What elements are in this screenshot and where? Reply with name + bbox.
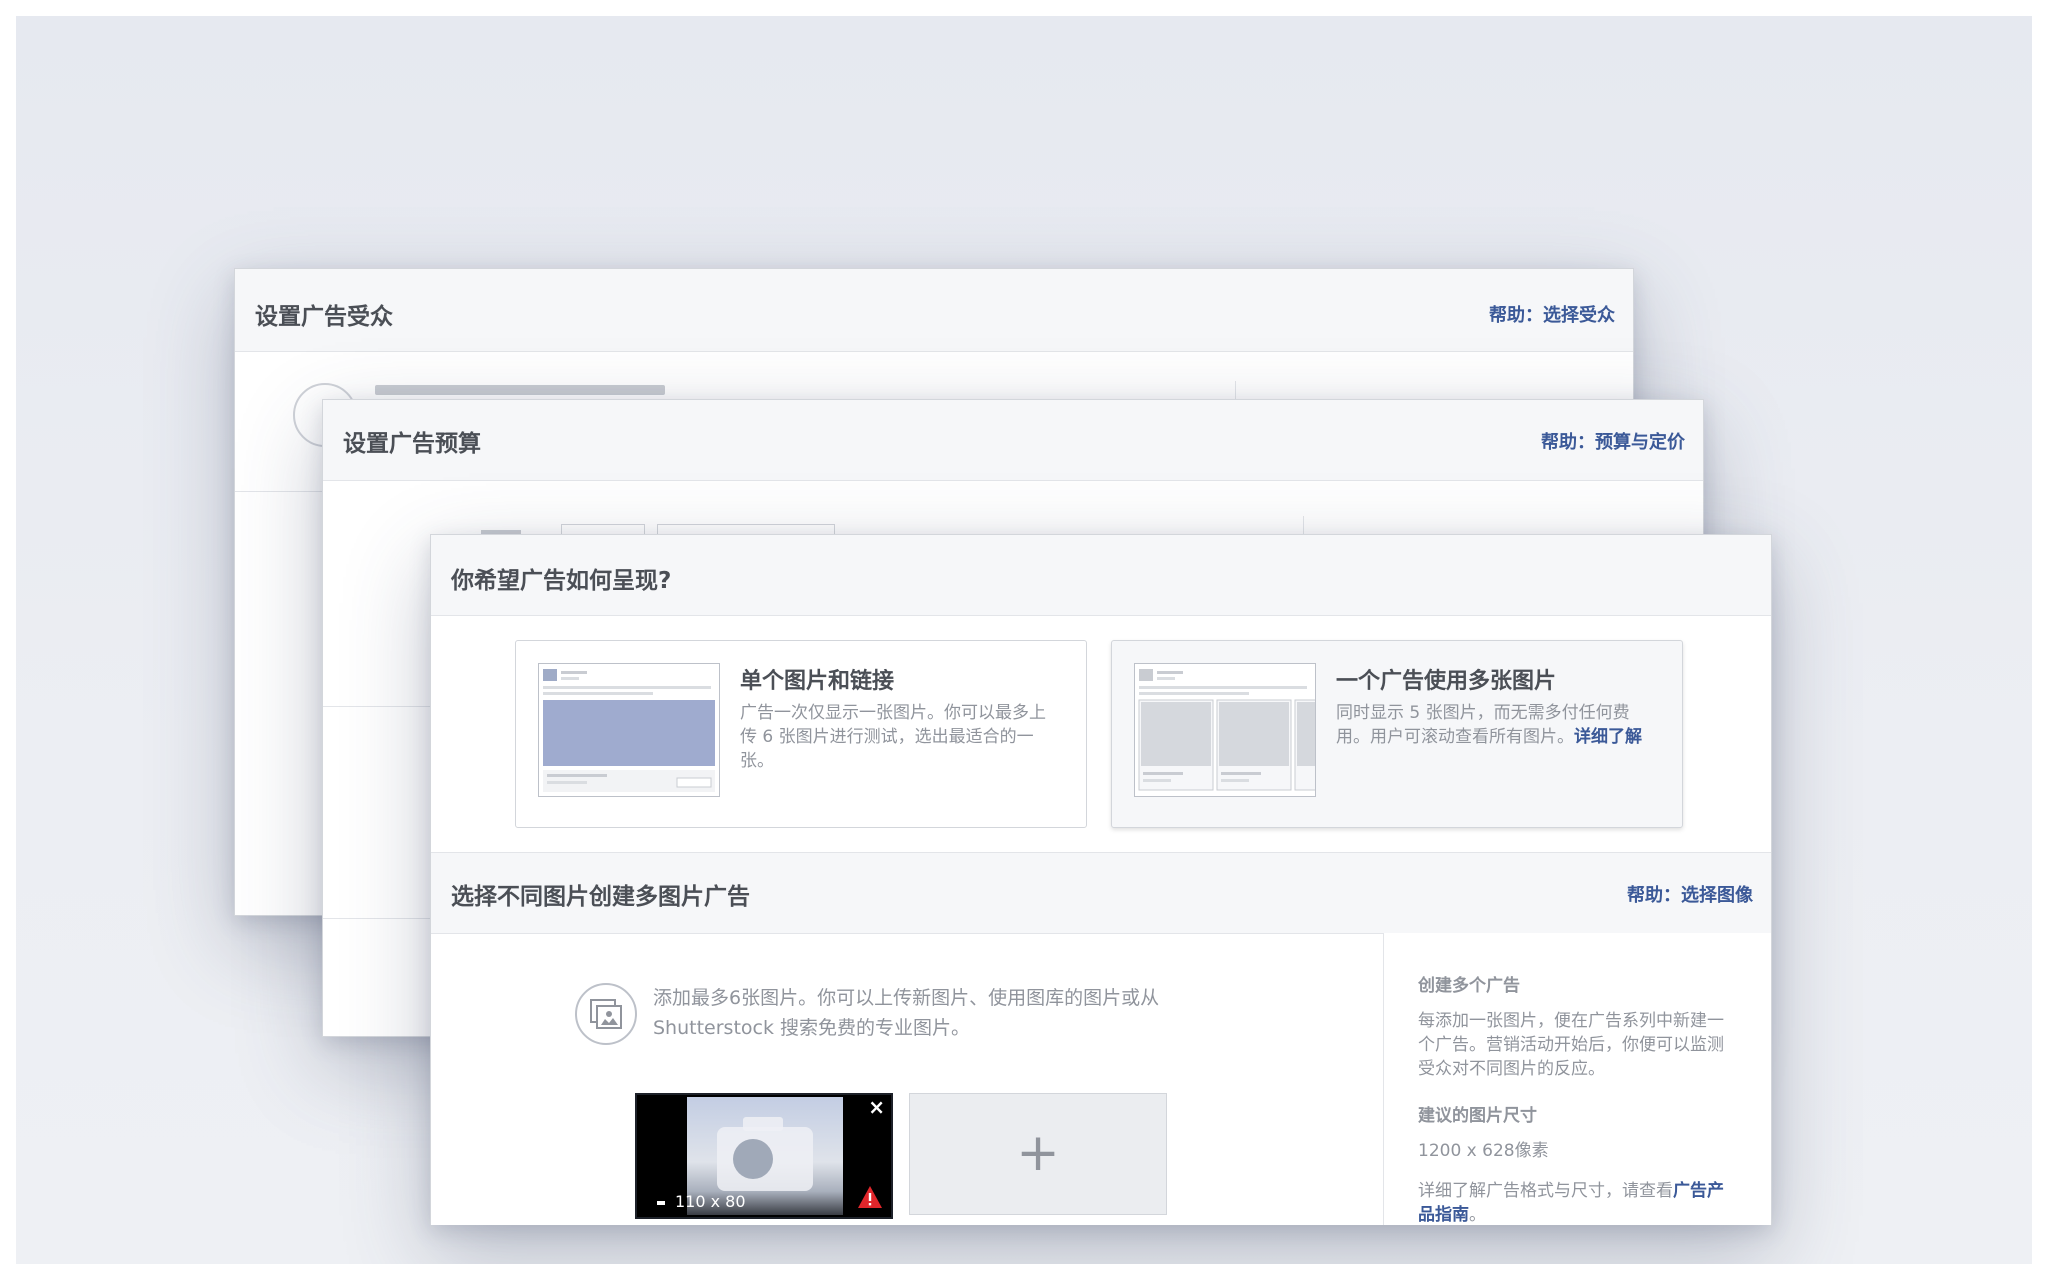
image-section-header: 选择不同图片创建多图片广告 帮助：选择图像	[431, 852, 1771, 934]
single-image-thumbnail	[538, 663, 720, 797]
drag-handle-icon[interactable]	[657, 1200, 665, 1205]
image-section-title: 选择不同图片创建多图片广告	[451, 884, 750, 910]
help-prefix: 帮助：	[1489, 305, 1543, 326]
single-image-option-title: 单个图片和链接	[740, 669, 895, 694]
add-images-instructions: 添加最多6张图片。你可以上传新图片、使用图库的图片或从 Shutterstock…	[653, 987, 1160, 1039]
carousel-thumbnail	[1134, 663, 1318, 797]
single-image-option-card[interactable]: 单个图片和链接 广告一次仅显示一张图片。你可以最多上传 6 张图片进行测试，选出…	[515, 640, 1087, 828]
warning-icon	[857, 1185, 883, 1213]
budget-help-link[interactable]: 帮助：预算与定价	[1541, 428, 1685, 454]
budget-panel-header: 设置广告预算 帮助：预算与定价	[323, 400, 1703, 481]
uploaded-image-slot[interactable]: × 110 x 80	[635, 1093, 893, 1219]
remove-image-icon[interactable]: ×	[868, 1095, 885, 1119]
image-gallery-glyph	[590, 999, 622, 1029]
image-help-link[interactable]: 帮助：选择图像	[1627, 881, 1753, 907]
carousel-option-description: 同时显示 5 张图片，而无需多付任何费用。用户可滚动查看所有图片。详细了解	[1336, 701, 1656, 749]
sidebar-heading-create-multiple: 创建多个广告	[1418, 976, 1520, 996]
single-image-option-description: 广告一次仅显示一张图片。你可以最多上传 6 张图片进行测试，选出最适合的一张。	[740, 703, 1046, 771]
help-link-text: 选择图像	[1681, 885, 1753, 906]
ad-guide-end: 。	[1469, 1205, 1486, 1225]
help-link-text: 预算与定价	[1595, 432, 1685, 453]
image-gallery-icon	[575, 983, 637, 1045]
format-panel-title: 你希望广告如何呈现?	[451, 568, 672, 594]
ad-guide-text: 详细了解广告格式与尺寸，请查看	[1418, 1181, 1673, 1201]
image-dimensions-text: 110 x 80	[675, 1192, 746, 1211]
format-panel: 你希望广告如何呈现? 单个图片和链接 广告一次仅显示一张图片。你可以最多上传 6…	[430, 534, 1772, 1225]
background-stage: 设置广告受众 帮助：选择受众 设置广告预算 帮助：预算与定价 你希望广告如何呈现…	[16, 16, 2032, 1264]
help-link-text: 选择受众	[1543, 305, 1615, 326]
learn-more-link[interactable]: 详细了解	[1574, 727, 1642, 747]
budget-panel-title: 设置广告预算	[343, 431, 481, 457]
audience-help-link[interactable]: 帮助：选择受众	[1489, 301, 1615, 327]
image-tips-sidebar: 创建多个广告 每添加一张图片，便在广告系列中新建一个广告。营销活动开始后，你便可…	[1383, 933, 1771, 1225]
single-image-layout-icon	[543, 669, 715, 792]
carousel-option-card[interactable]: 一个广告使用多张图片 同时显示 5 张图片，而无需多付任何费用。用户可滚动查看所…	[1111, 640, 1683, 828]
add-image-button[interactable]: +	[909, 1093, 1167, 1215]
format-panel-header: 你希望广告如何呈现?	[431, 535, 1771, 616]
audience-panel-header: 设置广告受众 帮助：选择受众	[235, 269, 1633, 352]
audience-panel-title: 设置广告受众	[255, 304, 393, 330]
sidebar-heading-recommended-size: 建议的图片尺寸	[1418, 1106, 1537, 1126]
help-prefix: 帮助：	[1627, 885, 1681, 906]
sidebar-text-ad-guide: 详细了解广告格式与尺寸，请查看广告产品指南。	[1418, 1179, 1738, 1225]
sidebar-text-create-multiple: 每添加一张图片，便在广告系列中新建一个广告。营销活动开始后，你便可以监测受众对不…	[1418, 1011, 1724, 1079]
carousel-layout-icon	[1138, 669, 1318, 791]
audience-placeholder-text	[375, 385, 665, 395]
carousel-option-title: 一个广告使用多张图片	[1336, 669, 1557, 694]
sidebar-text-recommended-size: 1200 x 628像素	[1418, 1141, 1549, 1161]
image-dimensions-label: 110 x 80	[657, 1192, 746, 1211]
help-prefix: 帮助：	[1541, 432, 1595, 453]
